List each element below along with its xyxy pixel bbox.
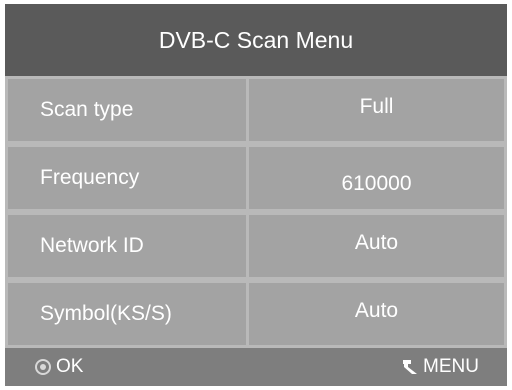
menu-footer: OK MENU: [5, 348, 507, 386]
ok-hint[interactable]: OK: [35, 348, 83, 386]
menu-title: DVB-C Scan Menu: [158, 26, 354, 53]
dvb-c-scan-menu: DVB-C Scan Menu Scan type Full Frequency…: [5, 4, 507, 386]
symbol-rate-value-cell[interactable]: Auto: [249, 283, 504, 345]
scan-type-value[interactable]: Full: [360, 95, 394, 119]
scan-type-label: Scan type: [40, 98, 134, 121]
frequency-value[interactable]: 610000: [341, 172, 411, 196]
symbol-rate-label: Symbol(KS/S): [40, 302, 172, 325]
network-id-value[interactable]: Auto: [355, 231, 398, 255]
scan-type-row[interactable]: Scan type Full: [5, 76, 507, 144]
return-arrow-icon: [401, 358, 419, 376]
symbol-rate-row[interactable]: Symbol(KS/S) Auto: [5, 280, 507, 348]
frequency-label-cell: Frequency: [8, 147, 246, 209]
ok-label: OK: [56, 356, 84, 377]
menu-label: MENU: [423, 356, 479, 377]
symbol-rate-label-cell: Symbol(KS/S): [8, 283, 246, 345]
symbol-rate-value[interactable]: Auto: [355, 299, 398, 323]
network-id-label-cell: Network ID: [8, 215, 246, 277]
frequency-row[interactable]: Frequency 610000: [5, 144, 507, 212]
scan-type-label-cell: Scan type: [8, 79, 246, 141]
network-id-row[interactable]: Network ID Auto: [5, 212, 507, 280]
ok-circle-icon: [35, 359, 51, 375]
scan-type-value-cell[interactable]: Full: [249, 79, 504, 141]
menu-hint[interactable]: MENU: [401, 348, 479, 386]
menu-title-bar: DVB-C Scan Menu: [5, 4, 507, 76]
frequency-value-cell[interactable]: 610000: [249, 147, 504, 209]
frequency-label: Frequency: [40, 166, 140, 189]
network-id-label: Network ID: [40, 234, 144, 257]
network-id-value-cell[interactable]: Auto: [249, 215, 504, 277]
settings-table: Scan type Full Frequency 610000 Network …: [5, 76, 507, 348]
